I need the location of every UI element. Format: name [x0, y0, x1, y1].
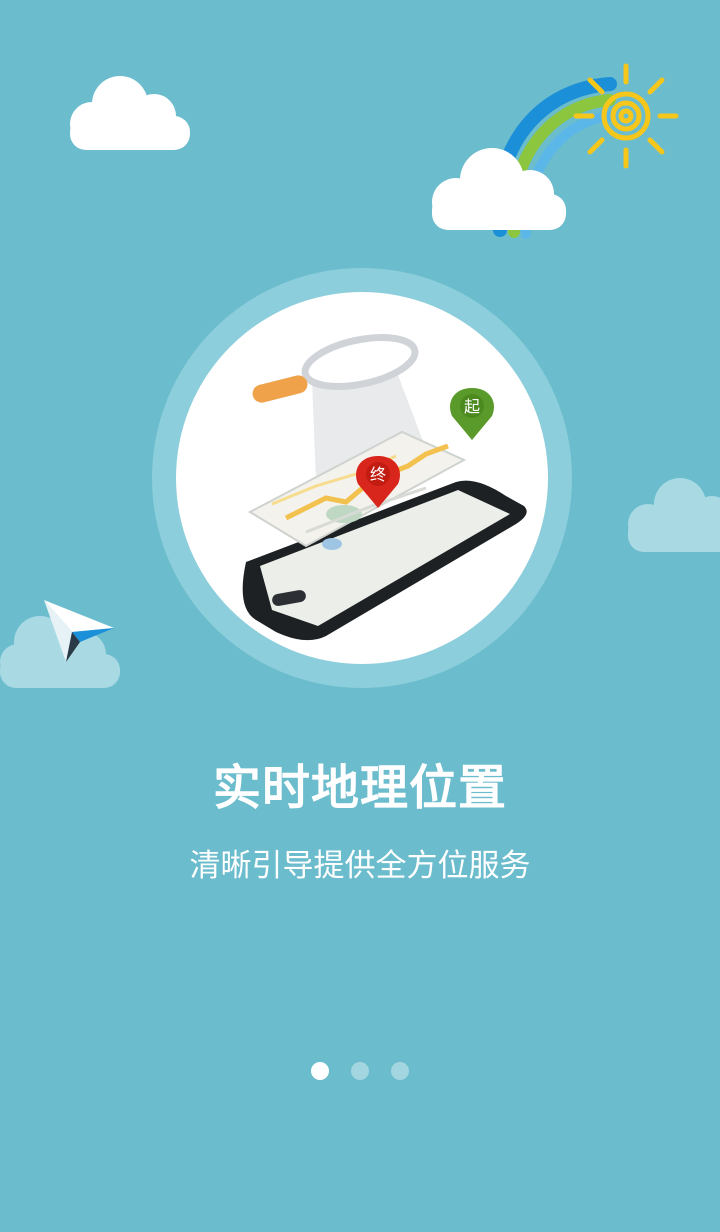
paper-plane-icon: [44, 600, 114, 662]
map-illustration: 起 终: [242, 334, 527, 641]
page-subtitle: 清晰引导提供全方位服务: [189, 848, 531, 884]
sun-icon: [573, 63, 679, 169]
pin-end-label: 终: [370, 465, 386, 484]
pin-start-label: 起: [464, 397, 480, 416]
page-dot-2[interactable]: [351, 1062, 369, 1080]
page-dot-1[interactable]: [311, 1062, 329, 1080]
page-title: 实时地理位置: [212, 760, 507, 816]
cloud-icon: [70, 76, 190, 150]
page-indicator: [0, 1062, 720, 1080]
cloud-icon: [628, 478, 720, 552]
map-pin-icon: 起: [450, 388, 494, 440]
page-dot-3[interactable]: [391, 1062, 409, 1080]
cloud-icon: [432, 148, 566, 230]
